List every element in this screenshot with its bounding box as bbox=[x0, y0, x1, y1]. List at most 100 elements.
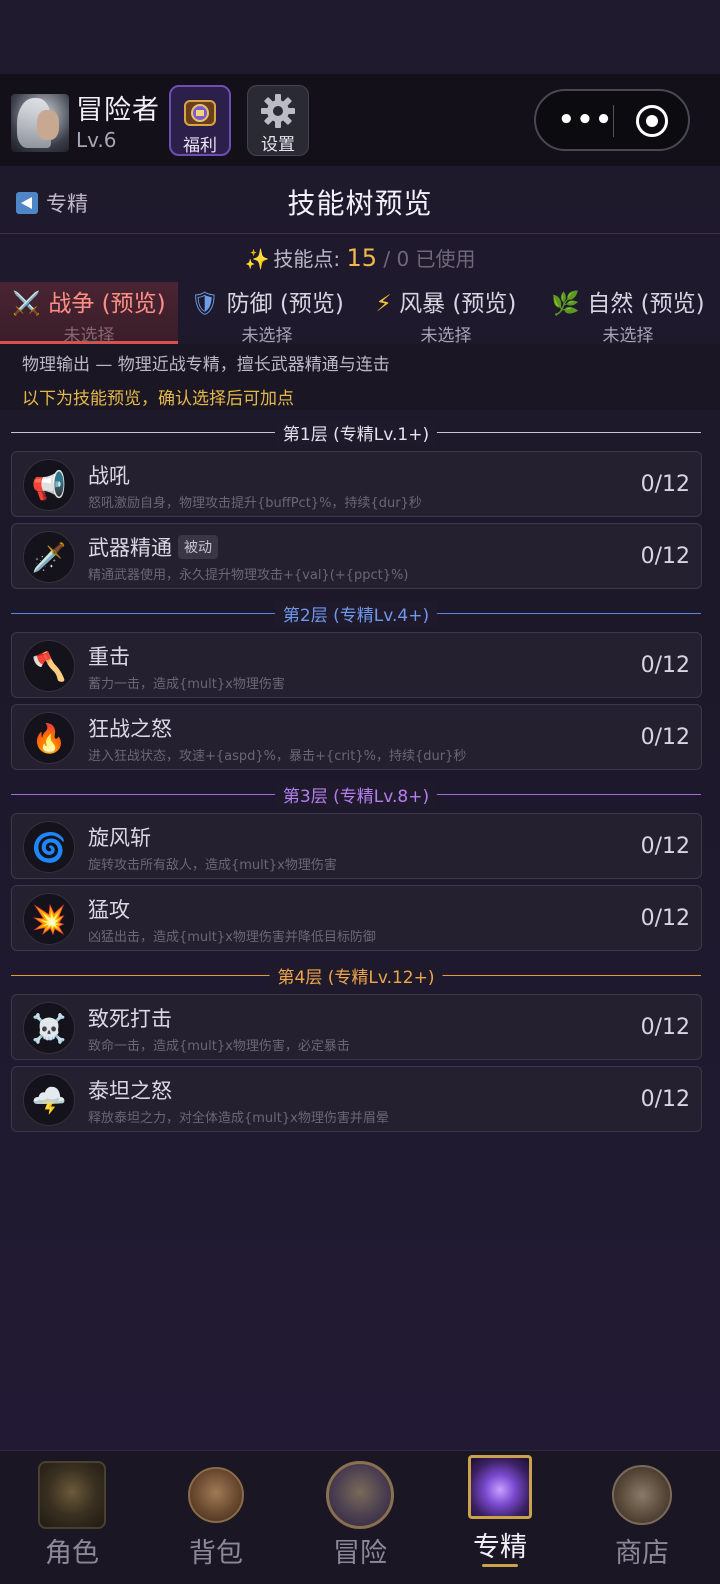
gear-icon bbox=[261, 94, 295, 128]
skill-card-battle-shout[interactable]: 📢 战吼 怒吼激励自身，物理攻击提升{buffPct}%，持续{dur}秒 0/… bbox=[11, 451, 702, 517]
tab-defense[interactable]: 🛡 防御 (预览) 未选择 bbox=[178, 282, 356, 346]
tier-3-divider: 第3层 (专精Lv.8+) bbox=[11, 782, 701, 807]
skill-name: 猛攻 bbox=[88, 898, 130, 922]
player-level: Lv.6 bbox=[76, 128, 117, 152]
skill-description: 怒吼激励自身，物理攻击提升{buffPct}%，持续{dur}秒 bbox=[88, 496, 422, 511]
skill-points-value: 15 bbox=[346, 244, 377, 272]
skill-description: 致命一击，造成{mult}x物理伤害，必定暴击 bbox=[88, 1039, 350, 1054]
tier-4-divider: 第4层 (专精Lv.12+) bbox=[11, 963, 701, 988]
megaphone-icon: 📢 bbox=[23, 459, 75, 511]
character-icon bbox=[38, 1461, 106, 1529]
tab-storm[interactable]: ⚡ 风暴 (预览) 未选择 bbox=[356, 282, 536, 346]
nav-label: 冒险 bbox=[333, 1538, 387, 1569]
skull-crossbones-icon: ☠️ bbox=[23, 1002, 75, 1054]
explosion-icon: 💥 bbox=[23, 893, 75, 945]
settings-label: 设置 bbox=[261, 135, 295, 155]
skill-name: 旋风斩 bbox=[88, 826, 151, 850]
top-header: 冒险者 Lv.6 福利 设置 ••• bbox=[0, 74, 720, 166]
tab-nature-label: 自然 (预览) bbox=[587, 291, 705, 317]
more-dots-icon[interactable]: ••• bbox=[558, 107, 614, 133]
skill-description: 精通武器使用，永久提升物理攻击+{val}(+{ppct}%) bbox=[88, 568, 409, 583]
page-title: 技能树预览 bbox=[287, 187, 433, 220]
sparkle-icon: ✨ bbox=[244, 247, 270, 271]
skill-level-count: 0/12 bbox=[640, 472, 690, 497]
active-indicator bbox=[482, 1564, 518, 1567]
settings-button[interactable]: 设置 bbox=[247, 85, 309, 156]
tab-war[interactable]: ⚔️ 战争 (预览) 未选择 bbox=[0, 282, 178, 346]
shield-icon: 🛡 bbox=[190, 291, 220, 317]
skill-description: 凶猛出击，造成{mult}x物理伤害并降低目标防御 bbox=[88, 930, 376, 945]
nav-character[interactable]: 角色 bbox=[0, 1451, 144, 1570]
tab-defense-status: 未选择 bbox=[241, 326, 293, 346]
close-target-icon[interactable] bbox=[636, 105, 668, 137]
passive-badge: 被动 bbox=[178, 535, 218, 559]
skill-card-whirlwind[interactable]: 🌀 旋风斩 旋转攻击所有敌人，造成{mult}x物理伤害 0/12 bbox=[11, 813, 702, 879]
welfare-button[interactable]: 福利 bbox=[169, 85, 231, 156]
shop-icon bbox=[612, 1465, 672, 1525]
skill-level-count: 0/12 bbox=[640, 725, 690, 750]
nav-label: 背包 bbox=[189, 1538, 243, 1569]
swords-icon: ⚔️ bbox=[12, 291, 42, 317]
skill-description: 旋转攻击所有敌人，造成{mult}x物理伤害 bbox=[88, 858, 337, 873]
player-name: 冒险者 bbox=[76, 95, 160, 126]
nav-specialization[interactable]: 专精 bbox=[428, 1451, 572, 1567]
skill-points-label: 技能点: bbox=[273, 247, 341, 271]
player-avatar[interactable] bbox=[11, 94, 69, 152]
herb-icon: 🌿 bbox=[551, 291, 581, 317]
skill-level-count: 0/12 bbox=[640, 1087, 690, 1112]
fire-icon: 🔥 bbox=[23, 712, 75, 764]
skill-level-count: 0/12 bbox=[640, 906, 690, 931]
skill-name: 致死打击 bbox=[88, 1007, 172, 1031]
tab-war-label: 战争 (预览) bbox=[48, 291, 166, 317]
tab-storm-label: 风暴 (预览) bbox=[399, 291, 517, 317]
nav-shop[interactable]: 商店 bbox=[570, 1451, 714, 1570]
bottom-navigation: 角色 背包 冒险 专精 商店 bbox=[0, 1450, 720, 1584]
skill-card-titan-wrath[interactable]: 🌩️ 泰坦之怒 释放泰坦之力，对全体造成{mult}x物理伤害并眉晕 0/12 bbox=[11, 1066, 702, 1132]
tab-storm-status: 未选择 bbox=[420, 326, 472, 346]
skill-name: 泰坦之怒 bbox=[88, 1079, 172, 1103]
spec-description: 物理输出 — 物理近战专精，擅长武器精通与连击 以下为技能预览，确认选择后可加点 bbox=[0, 344, 720, 410]
crossed-swords-icon bbox=[326, 1461, 394, 1529]
tier-1-divider: 第1层 (专精Lv.1+) bbox=[11, 420, 701, 445]
skill-name: 武器精通 被动 bbox=[88, 532, 218, 562]
nav-backpack[interactable]: 背包 bbox=[144, 1451, 288, 1570]
title-bar: 专精 技能树预览 bbox=[0, 166, 720, 234]
tab-nature[interactable]: 🌿 自然 (预览) 未选择 bbox=[536, 282, 720, 346]
dagger-icon: 🗡️ bbox=[23, 531, 75, 583]
skill-card-fierce-assault[interactable]: 💥 猛攻 凶猛出击，造成{mult}x物理伤害并降低目标防御 0/12 bbox=[11, 885, 702, 951]
welfare-label: 福利 bbox=[183, 136, 217, 156]
tier-3-label: 第3层 (专精Lv.8+) bbox=[274, 782, 438, 807]
skill-level-count: 0/12 bbox=[640, 834, 690, 859]
nav-label: 角色 bbox=[45, 1538, 99, 1569]
whirlwind-icon: 🌀 bbox=[23, 821, 75, 873]
tier-1-label: 第1层 (专精Lv.1+) bbox=[274, 420, 438, 445]
skill-name: 狂战之怒 bbox=[88, 717, 172, 741]
skill-name: 战吼 bbox=[88, 464, 130, 488]
thunder-cloud-icon: 🌩️ bbox=[23, 1074, 75, 1126]
tier-4-label: 第4层 (专精Lv.12+) bbox=[269, 963, 443, 988]
skill-card-weapon-mastery[interactable]: 🗡️ 武器精通 被动 精通武器使用，永久提升物理攻击+{val}(+{ppct}%… bbox=[11, 523, 702, 589]
backpack-icon bbox=[188, 1467, 244, 1523]
tab-war-status: 未选择 bbox=[63, 326, 115, 346]
skill-name: 重击 bbox=[88, 645, 130, 669]
tier-2-divider: 第2层 (专精Lv.4+) bbox=[11, 601, 701, 626]
skill-level-count: 0/12 bbox=[640, 653, 690, 678]
skill-level-count: 0/12 bbox=[640, 544, 690, 569]
axe-icon: 🪓 bbox=[23, 640, 75, 692]
skill-card-heavy-strike[interactable]: 🪓 重击 蓄力一击，造成{mult}x物理伤害 0/12 bbox=[11, 632, 702, 698]
skill-card-mortal-strike[interactable]: ☠️ 致死打击 致命一击，造成{mult}x物理伤害，必定暴击 0/12 bbox=[11, 994, 702, 1060]
skill-card-berserk-rage[interactable]: 🔥 狂战之怒 进入狂战状态，攻速+{aspd}%，暴击+{crit}%，持续{d… bbox=[11, 704, 702, 770]
lightning-icon: ⚡ bbox=[375, 291, 392, 317]
miniprogram-capsule: ••• bbox=[534, 89, 690, 151]
skill-level-count: 0/12 bbox=[640, 1015, 690, 1040]
magic-portal-icon bbox=[468, 1455, 532, 1519]
nav-adventure[interactable]: 冒险 bbox=[288, 1451, 432, 1570]
nav-label: 专精 bbox=[473, 1532, 527, 1563]
spec-tabs: ⚔️ 战争 (预览) 未选择 🛡 防御 (预览) 未选择 ⚡ 风暴 (预览) 未… bbox=[0, 282, 720, 346]
spec-description-text: 物理输出 — 物理近战专精，擅长武器精通与连击 bbox=[22, 355, 390, 375]
preview-hint: 以下为技能预览，确认选择后可加点 bbox=[22, 389, 294, 409]
tab-defense-label: 防御 (预览) bbox=[226, 291, 344, 317]
treasure-chest-icon bbox=[184, 100, 216, 126]
skill-points: ✨ 技能点: 15 / 0 已使用 bbox=[0, 243, 720, 272]
skill-description: 释放泰坦之力，对全体造成{mult}x物理伤害并眉晕 bbox=[88, 1111, 389, 1126]
